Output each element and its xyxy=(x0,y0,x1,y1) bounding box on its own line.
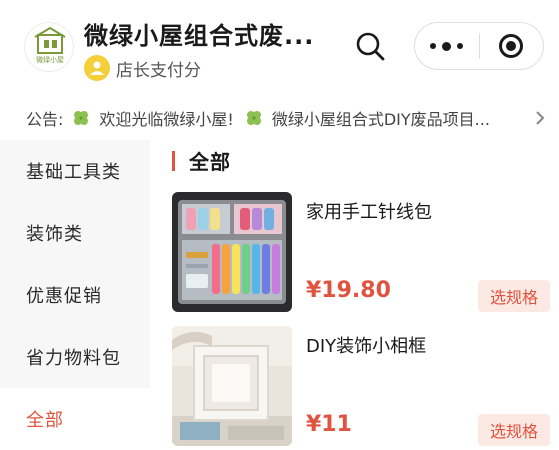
sidebar-item-decorations[interactable]: 装饰类 xyxy=(0,202,150,264)
product-price: ¥19.80 xyxy=(306,278,391,303)
product-list-area: 全部 家用手工针线包 ¥19.80 选规格 DIY装饰小相框 ¥11 选规格 xyxy=(150,140,559,450)
house-logo-icon: 微绿小屋 xyxy=(34,26,66,64)
select-spec-button[interactable]: 选规格 xyxy=(478,414,550,446)
shop-subtitle: 店长支付分 xyxy=(116,60,201,81)
category-title: 全部 xyxy=(189,150,231,174)
product-card[interactable]: 家用手工针线包 ¥19.80 选规格 xyxy=(172,192,550,312)
notice-item: 微绿小屋组合式DIY废品项目... xyxy=(271,110,490,129)
page-title: 微绿小屋组合式废... xyxy=(84,22,315,50)
search-icon xyxy=(356,32,385,61)
sidebar-item-label: 装饰类 xyxy=(26,224,83,245)
sidebar-item-label: 全部 xyxy=(26,410,64,431)
product-name: DIY装饰小相框 xyxy=(306,336,427,357)
shop-logo[interactable]: 微绿小屋 xyxy=(24,22,74,72)
product-image-sewing-kit[interactable] xyxy=(172,192,292,312)
close-circle-icon xyxy=(499,34,524,58)
shop-badge-icon xyxy=(84,55,110,81)
clover-icon xyxy=(246,111,261,125)
select-spec-button[interactable]: 选规格 xyxy=(478,280,550,312)
notice-label: 公告: xyxy=(26,110,64,129)
category-sidebar: 基础工具类 装饰类 优惠促销 省力物料包 全部 xyxy=(0,140,150,450)
notice-bar[interactable]: 公告: 欢迎光临微绿小屋! 微绿小屋组合式DIY废品项目... xyxy=(0,98,559,138)
shop-score-row[interactable]: 店长支付分 xyxy=(84,54,201,82)
chevron-right-icon[interactable] xyxy=(533,108,547,128)
sidebar-item-all[interactable]: 全部 xyxy=(0,388,150,450)
sidebar-item-promotions[interactable]: 优惠促销 xyxy=(0,264,150,326)
product-price: ¥11 xyxy=(306,412,352,437)
sidebar-item-label: 基础工具类 xyxy=(26,162,121,183)
more-button[interactable] xyxy=(415,23,479,69)
more-dots-icon xyxy=(427,41,466,51)
sidebar-item-label: 优惠促销 xyxy=(26,286,102,307)
category-header: 全部 xyxy=(172,146,231,175)
category-accent-bar xyxy=(172,150,175,171)
sidebar-item-label: 省力物料包 xyxy=(26,348,121,369)
sidebar-item-material-packs[interactable]: 省力物料包 xyxy=(0,326,150,388)
product-card[interactable]: DIY装饰小相框 ¥11 选规格 xyxy=(172,326,550,446)
search-button[interactable] xyxy=(352,28,388,64)
sidebar-item-basic-tools[interactable]: 基础工具类 xyxy=(0,140,150,202)
logo-text: 微绿小屋 xyxy=(36,55,64,64)
close-button[interactable] xyxy=(480,23,544,69)
product-image-photo-frame[interactable] xyxy=(172,326,292,446)
capsule-menu xyxy=(414,22,544,70)
notice-item: 欢迎光临微绿小屋! xyxy=(99,110,234,129)
mini-program-header: 微绿小屋 微绿小屋组合式废... 店长支付分 xyxy=(0,0,559,92)
clover-icon xyxy=(74,111,89,125)
product-name: 家用手工针线包 xyxy=(306,202,432,223)
